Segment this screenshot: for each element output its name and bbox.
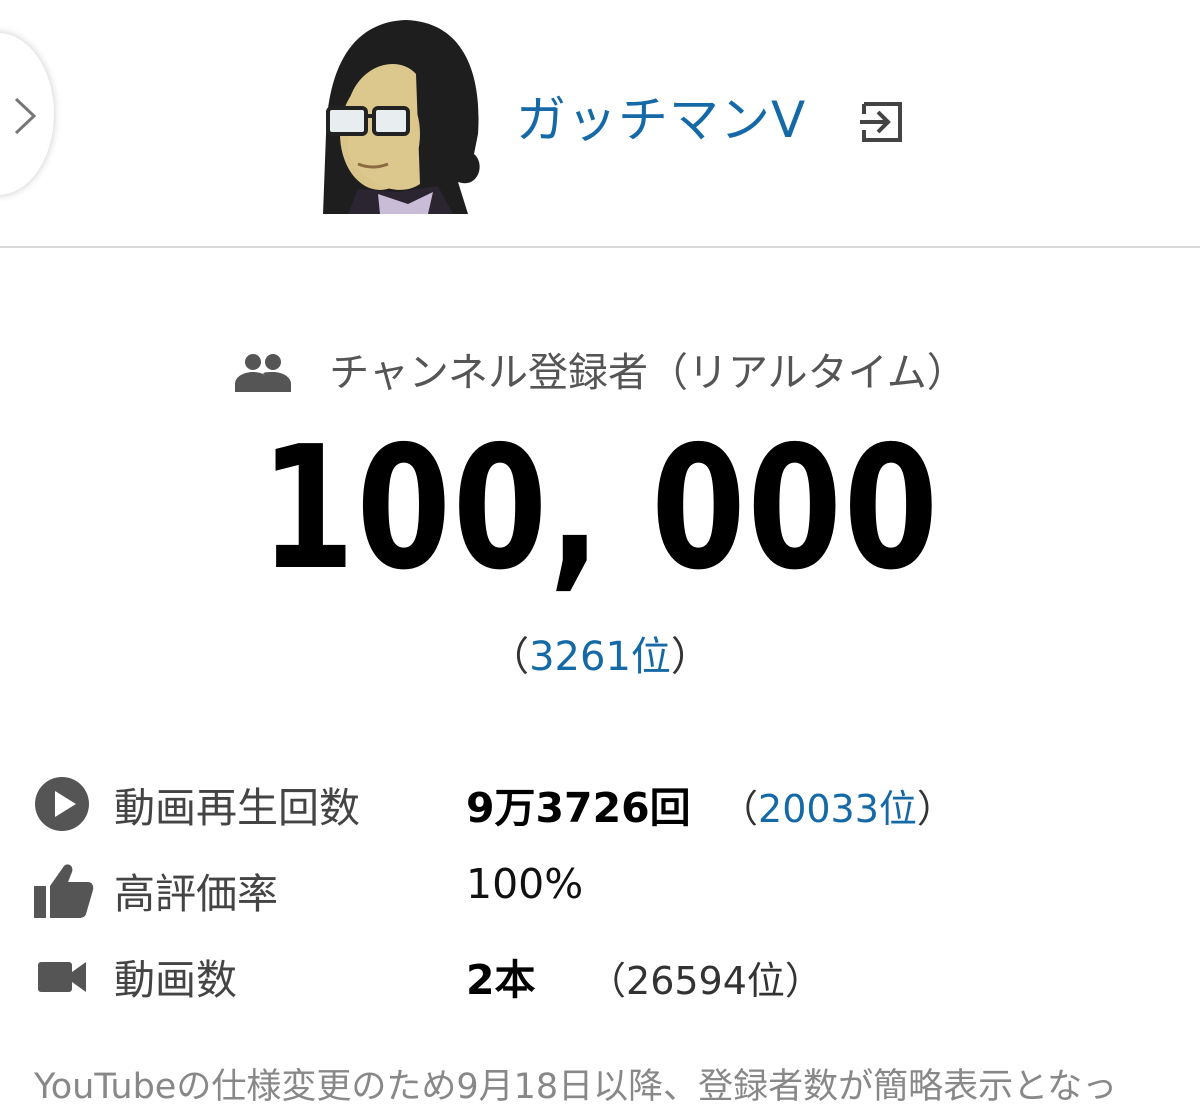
stat-row-video-count: 動画数 2本 （26594位）	[0, 938, 1200, 1008]
play-circle-icon	[34, 776, 96, 831]
chevron-left-icon	[14, 97, 37, 135]
channel-name-link[interactable]: ガッチマンV	[516, 80, 806, 152]
subscribers-label-row: チャンネル登録者（リアルタイム）	[0, 340, 1200, 402]
views-value: 9万3726回	[466, 784, 691, 832]
stat-row-views: 動画再生回数 9万3726回 （20033位）	[0, 766, 1200, 836]
like-rate-value: 100%	[466, 860, 584, 908]
prev-button[interactable]	[0, 33, 54, 195]
header-divider	[0, 246, 1200, 248]
subscribers-label: チャンネル登録者（リアルタイム）	[329, 350, 967, 396]
views-rank-link[interactable]: 20033位	[758, 787, 917, 831]
views-label: 動画再生回数	[114, 784, 360, 832]
video-camera-icon	[34, 948, 96, 1000]
video-count-rank: （26594位）	[588, 959, 823, 1003]
spec-change-notice: YouTubeの仕様変更のため9月18日以降、登録者数が簡略表示となっ	[34, 1067, 1118, 1107]
video-count-label: 動画数	[114, 956, 237, 1004]
thumbs-up-icon	[34, 862, 96, 918]
views-rank: （20033位）	[720, 787, 955, 831]
people-icon	[233, 352, 293, 402]
subscriber-rank: （3261位）	[489, 634, 711, 680]
stat-row-like-rate: 高評価率 100%	[0, 852, 1200, 922]
subscriber-count: 100, 000	[260, 410, 940, 608]
subscriber-rank-link[interactable]: 3261位	[529, 634, 671, 680]
logout-icon[interactable]	[858, 98, 906, 150]
like-rate-label: 高評価率	[114, 870, 278, 918]
video-count-value: 2本	[466, 956, 536, 1004]
channel-avatar	[318, 14, 484, 214]
